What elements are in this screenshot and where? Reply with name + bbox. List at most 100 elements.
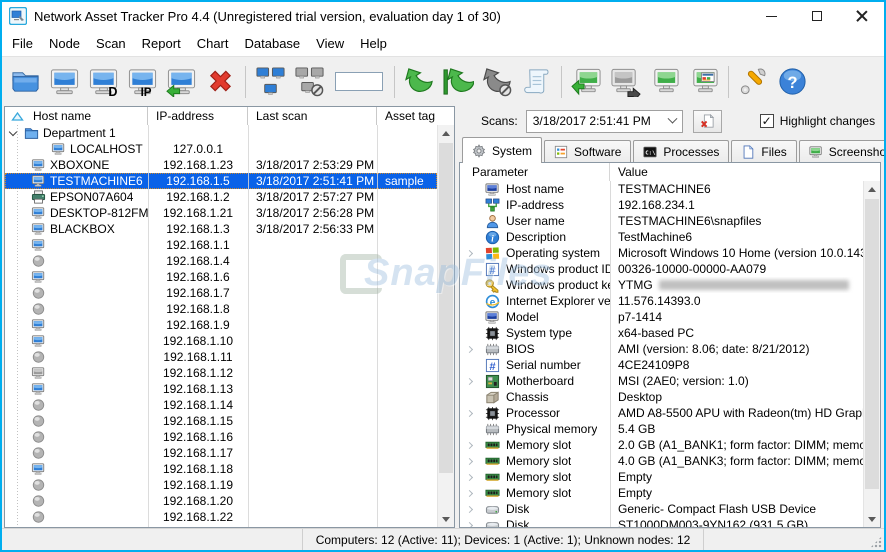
highlight-changes-checkbox[interactable]: ✓ bbox=[760, 114, 774, 128]
tree-row-department 1[interactable]: Department 1 bbox=[5, 125, 437, 141]
tree-row[interactable]: 192.168.1.6 bbox=[5, 269, 437, 285]
tree-row[interactable]: 192.168.1.7 bbox=[5, 285, 437, 301]
tree-row[interactable]: 192.168.1.12 bbox=[5, 365, 437, 381]
tree-row-xboxone[interactable]: XBOXONE192.168.1.233/18/2017 2:53:29 PM bbox=[5, 157, 437, 173]
tree-row[interactable]: 192.168.1.18 bbox=[5, 461, 437, 477]
tree-row-blackbox[interactable]: BLACKBOX192.168.1.33/18/2017 2:56:33 PM bbox=[5, 221, 437, 237]
tree-row[interactable]: 192.168.1.1 bbox=[5, 237, 437, 253]
tree-row[interactable]: 192.168.1.22 bbox=[5, 509, 437, 525]
menu-file[interactable]: File bbox=[4, 32, 41, 55]
param-row-memory-slot[interactable]: Memory slot2.0 GB (A1_BANK1; form factor… bbox=[460, 437, 863, 453]
expander-expand-icon[interactable] bbox=[463, 347, 475, 352]
tree-scrollbar[interactable] bbox=[437, 125, 454, 527]
param-row-operating-system[interactable]: Operating systemMicrosoft Windows 10 Hom… bbox=[460, 245, 863, 261]
param-row-description[interactable]: iDescriptionTestMachine6 bbox=[460, 229, 863, 245]
expander-expand-icon[interactable] bbox=[463, 411, 475, 416]
param-row-disk[interactable]: DiskST1000DM003-9YN162 (931.5 GB) bbox=[460, 517, 863, 527]
menu-chart[interactable]: Chart bbox=[189, 32, 237, 55]
tree-row-desktop-812fmc[interactable]: DESKTOP-812FMC192.168.1.213/18/2017 2:56… bbox=[5, 205, 437, 221]
param-row-memory-slot[interactable]: Memory slot4.0 GB (A1_BANK3; form factor… bbox=[460, 453, 863, 469]
param-row-serial-number[interactable]: #Serial number4CE24109P8 bbox=[460, 357, 863, 373]
menu-report[interactable]: Report bbox=[134, 32, 189, 55]
param-row-physical-memory[interactable]: Physical memory5.4 GB bbox=[460, 421, 863, 437]
tab-screenshot[interactable]: Screenshot bbox=[799, 140, 886, 162]
help-button[interactable]: ? bbox=[773, 62, 812, 102]
scroll-thumb[interactable] bbox=[865, 199, 879, 489]
rescan-all-button[interactable] bbox=[439, 62, 478, 102]
scroll-up-icon[interactable] bbox=[864, 181, 880, 197]
expander-expand-icon[interactable] bbox=[463, 251, 475, 256]
params-scrollbar[interactable] bbox=[863, 181, 880, 527]
expander-expand-icon[interactable] bbox=[463, 507, 475, 512]
column-header-last-scan[interactable]: Last scan bbox=[248, 107, 377, 125]
tree-row[interactable]: 192.168.1.14 bbox=[5, 397, 437, 413]
column-header-host-name[interactable]: Host name bbox=[5, 107, 148, 125]
column-header-ip-address[interactable]: IP-address bbox=[148, 107, 248, 125]
scroll-thumb[interactable] bbox=[439, 143, 453, 473]
tree-row[interactable]: 192.168.1.17 bbox=[5, 445, 437, 461]
tree-row[interactable]: 192.168.1.8 bbox=[5, 301, 437, 317]
minimize-button[interactable] bbox=[749, 2, 794, 30]
add-computer-by-name-button[interactable]: D bbox=[84, 62, 123, 102]
tree-row[interactable]: 192.168.1.15 bbox=[5, 413, 437, 429]
add-computer-button[interactable] bbox=[45, 62, 84, 102]
tab-processes[interactable]: C:\Processes bbox=[633, 140, 729, 162]
scroll-down-icon[interactable] bbox=[864, 511, 880, 527]
column-header-parameter[interactable]: Parameter bbox=[460, 163, 610, 181]
delete-scan-button[interactable] bbox=[693, 110, 722, 133]
delete-node-button[interactable] bbox=[201, 62, 240, 102]
column-header-asset-tag[interactable]: Asset tag bbox=[377, 107, 454, 125]
expander-expand-icon[interactable] bbox=[463, 491, 475, 496]
agent-install-button[interactable] bbox=[567, 62, 606, 102]
menu-help[interactable]: Help bbox=[352, 32, 395, 55]
expander-expand-icon[interactable] bbox=[463, 475, 475, 480]
options-button[interactable] bbox=[734, 62, 773, 102]
expander-expand-icon[interactable] bbox=[463, 523, 475, 528]
param-row-system-type[interactable]: System typex64-based PC bbox=[460, 325, 863, 341]
quick-search-input[interactable] bbox=[335, 72, 383, 91]
expander-expand-icon[interactable] bbox=[463, 459, 475, 464]
tree-row[interactable]: 192.168.1.9 bbox=[5, 317, 437, 333]
tree-row-testmachine6[interactable]: TESTMACHINE6192.168.1.53/18/2017 2:51:41… bbox=[5, 173, 437, 189]
tree-row[interactable]: 192.168.1.20 bbox=[5, 493, 437, 509]
scroll-down-icon[interactable] bbox=[438, 511, 454, 527]
stop-rescan-button[interactable] bbox=[478, 62, 517, 102]
tree-row[interactable]: 192.168.1.13 bbox=[5, 381, 437, 397]
column-header-value[interactable]: Value bbox=[610, 163, 880, 181]
rescan-node-button[interactable] bbox=[400, 62, 439, 102]
scans-dropdown[interactable]: 3/18/2017 2:51:41 PM bbox=[526, 110, 683, 133]
tree-row[interactable]: 192.168.1.16 bbox=[5, 429, 437, 445]
param-row-disk[interactable]: DiskGeneric- Compact Flash USB Device bbox=[460, 501, 863, 517]
close-button[interactable] bbox=[839, 2, 884, 30]
param-row-ip-address[interactable]: IP-address192.168.234.1 bbox=[460, 197, 863, 213]
param-row-windows-product-key[interactable]: Windows product keyYTMG bbox=[460, 277, 863, 293]
expander-expand-icon[interactable] bbox=[463, 443, 475, 448]
param-row-internet-explorer-version[interactable]: eInternet Explorer version11.576.14393.0 bbox=[460, 293, 863, 309]
agent-uninstall-button[interactable] bbox=[606, 62, 645, 102]
tree-row[interactable]: 192.168.1.10 bbox=[5, 333, 437, 349]
scroll-up-icon[interactable] bbox=[438, 125, 454, 141]
tab-files[interactable]: Files bbox=[731, 140, 796, 162]
param-row-memory-slot[interactable]: Memory slotEmpty bbox=[460, 469, 863, 485]
import-computers-button[interactable] bbox=[162, 62, 201, 102]
param-row-host-name[interactable]: Host nameTESTMACHINE6 bbox=[460, 181, 863, 197]
param-row-windows-product-id[interactable]: #Windows product ID00326-10000-00000-AA0… bbox=[460, 261, 863, 277]
remote-screen-button[interactable] bbox=[645, 62, 684, 102]
expander-expand-icon[interactable] bbox=[463, 379, 475, 384]
resize-grip[interactable] bbox=[870, 536, 882, 548]
param-row-chassis[interactable]: ChassisDesktop bbox=[460, 389, 863, 405]
param-row-model[interactable]: Modelp7-1414 bbox=[460, 309, 863, 325]
param-row-motherboard[interactable]: MotherboardMSI (2AE0; version: 1.0) bbox=[460, 373, 863, 389]
run-script-button[interactable] bbox=[517, 62, 556, 102]
scan-network-button[interactable] bbox=[251, 62, 290, 102]
menu-view[interactable]: View bbox=[308, 32, 352, 55]
menu-scan[interactable]: Scan bbox=[88, 32, 134, 55]
stop-network-scan-button[interactable] bbox=[290, 62, 329, 102]
expander-collapse-icon[interactable] bbox=[9, 128, 17, 136]
tab-software[interactable]: Software bbox=[544, 140, 631, 162]
menu-node[interactable]: Node bbox=[41, 32, 88, 55]
maximize-button[interactable] bbox=[794, 2, 839, 30]
open-database-button[interactable] bbox=[6, 62, 45, 102]
menu-database[interactable]: Database bbox=[237, 32, 309, 55]
add-computer-by-ip-button[interactable]: IP bbox=[123, 62, 162, 102]
